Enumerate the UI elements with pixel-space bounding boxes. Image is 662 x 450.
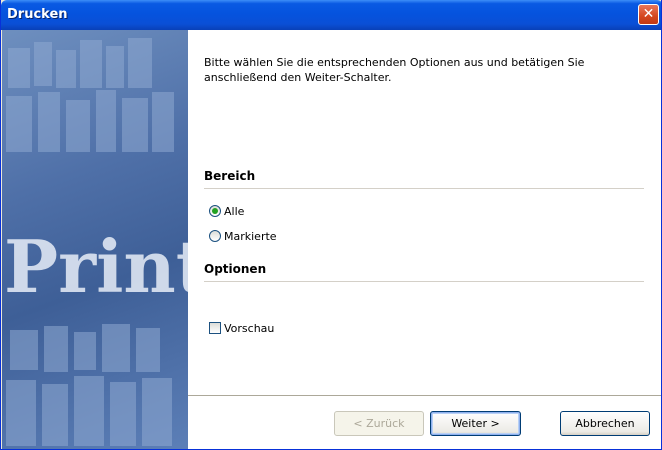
radio-button-selected[interactable]	[209, 205, 221, 217]
checkbox-label-vorschau: Vorschau	[224, 321, 275, 335]
back-button[interactable]: < Zurück	[334, 411, 424, 436]
radio-button-unselected[interactable]	[209, 230, 221, 242]
print-banner-image: Print	[2, 30, 188, 449]
close-button[interactable]: ✕	[638, 4, 659, 25]
close-icon: ✕	[642, 6, 655, 22]
section-title-bereich: Bereich	[204, 169, 256, 183]
window-title: Drucken	[7, 7, 68, 22]
title-bar[interactable]: Drucken ✕	[1, 0, 661, 30]
instruction-text: Bitte wählen Sie die entsprechenden Opti…	[204, 56, 585, 84]
radio-label-markierte: Markierte	[224, 229, 277, 243]
radio-label-alle: Alle	[224, 204, 245, 218]
radio-alle[interactable]: Alle	[209, 203, 244, 219]
print-word: Print	[4, 224, 188, 309]
button-area-divider	[188, 395, 661, 397]
letterpress-graphic: Print	[4, 38, 188, 446]
radio-markierte[interactable]: Markierte	[209, 228, 277, 244]
section-title-optionen: Optionen	[204, 262, 267, 276]
dialog-content: Print Bitte wählen Sie die entsprechende…	[2, 30, 661, 449]
section-divider-bereich	[204, 188, 644, 190]
next-button[interactable]: Weiter >	[430, 411, 521, 436]
print-dialog: Drucken ✕ Prin Bitte wählen Sie die ents…	[0, 0, 662, 450]
section-divider-optionen	[204, 281, 644, 283]
cancel-button[interactable]: Abbrechen	[560, 411, 650, 436]
checkbox-vorschau[interactable]: Vorschau	[209, 320, 274, 336]
preview-checkbox[interactable]	[209, 322, 221, 334]
